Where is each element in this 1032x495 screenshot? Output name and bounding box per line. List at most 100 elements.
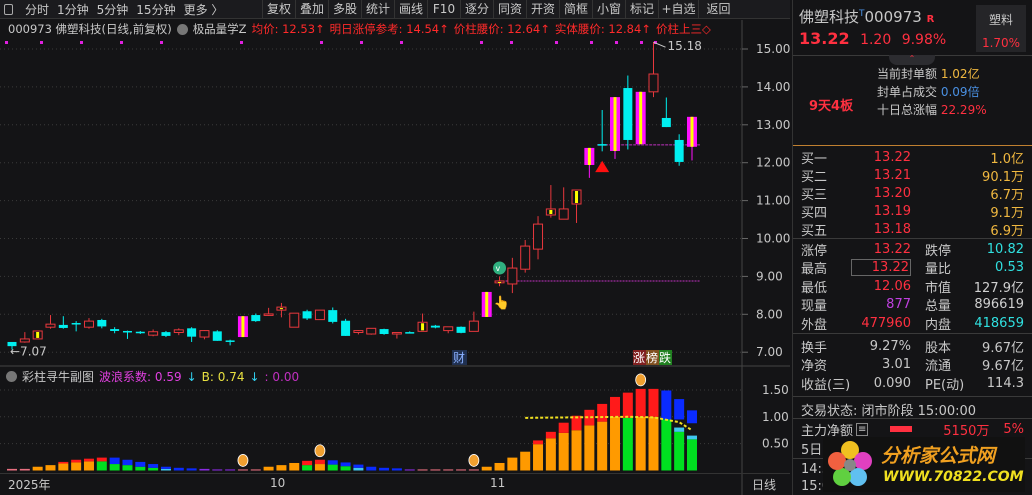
flower-logo-icon <box>828 441 872 486</box>
candle <box>494 276 505 287</box>
candle <box>122 330 132 339</box>
money-bag-icon <box>237 454 249 467</box>
sub-bar <box>353 464 364 471</box>
stat-value: 13.22 <box>873 241 911 257</box>
sub-bar <box>71 459 82 471</box>
candle-body <box>302 311 312 319</box>
stock-header: 佛塑科技T000973 R <box>799 6 934 27</box>
candle-body <box>225 340 235 342</box>
level-price: 13.21 <box>873 167 911 183</box>
candle-body <box>507 267 518 285</box>
candle <box>187 327 197 342</box>
price-tick-label: 14.00 <box>756 80 790 94</box>
sub-bar <box>417 469 428 471</box>
bar-segment <box>96 457 107 462</box>
stat-label: 股本 <box>925 340 952 356</box>
stats2-row: 收益(三) 0.090 PE(动) 114.3 <box>801 374 1024 393</box>
sub-bar <box>443 469 454 471</box>
stat-value: 3.01 <box>882 357 911 372</box>
bar-segment <box>148 467 159 471</box>
bar-segment <box>160 466 171 469</box>
candle <box>135 330 145 335</box>
bar-segment <box>456 469 467 471</box>
bar-segment <box>71 459 82 463</box>
price-row: 13.22 1.20 9.98% <box>799 29 946 48</box>
bar-segment <box>520 451 531 471</box>
candle-body <box>648 73 659 93</box>
seal-amount-label: 当前封单额 <box>877 67 938 81</box>
sub-bar <box>199 468 210 471</box>
main-net-pct: 5% <box>1003 421 1024 437</box>
stats-row: 涨停 13.22 跌停 10.82 <box>801 240 1024 259</box>
sub-dropdown-icon[interactable] <box>6 371 17 382</box>
bar-segment <box>289 462 300 471</box>
sub-bar <box>173 467 184 471</box>
sub-bar <box>661 390 672 471</box>
candle-body <box>623 88 633 140</box>
bar-segment <box>122 465 133 471</box>
level-label: 买一 <box>801 151 828 167</box>
level-price: 13.20 <box>873 185 911 201</box>
kline-chart[interactable]: 15.00 14.00 13.00 12.00 11.00 10.00 9.00 8.00 7.… <box>0 0 790 495</box>
sector-pct: 1.70% <box>981 36 1021 50</box>
bar-segment <box>199 468 210 471</box>
sub-bar <box>494 462 505 471</box>
candle <box>520 240 531 273</box>
sub-bar <box>96 457 107 471</box>
list-icon[interactable]: ≡ <box>856 422 869 436</box>
order-book-row[interactable]: 买三 13.20 6.7万 <box>801 184 1024 203</box>
order-book-row[interactable]: 买二 13.21 90.1万 <box>801 166 1024 185</box>
candle <box>237 316 248 338</box>
candle <box>468 311 479 332</box>
tag-cai: 财 <box>453 351 465 365</box>
candle-stripe <box>279 308 283 310</box>
sub-bar <box>468 469 479 471</box>
candle-stripe <box>485 291 489 317</box>
bar-segment <box>366 466 377 471</box>
stock-code: 000973 <box>864 8 922 26</box>
sub-bar <box>648 388 659 471</box>
bar-segment <box>507 457 518 471</box>
stat-label: 流通 <box>925 359 952 374</box>
collapse-icon[interactable]: ⌃ <box>889 55 935 65</box>
sub-bar <box>45 465 56 471</box>
price-tick-label: 7.00 <box>756 345 783 359</box>
sub-bar <box>507 457 518 471</box>
bar-segment <box>686 435 697 440</box>
level-label: 买五 <box>801 223 828 239</box>
sub-bar <box>340 462 351 471</box>
bar-segment <box>327 464 338 471</box>
stats2-row: 换手 9.27% 股本 9.67亿 <box>801 337 1024 356</box>
sub-bar <box>571 415 582 471</box>
x-label-year: 2025年 <box>8 478 51 492</box>
marker-dot <box>400 41 403 44</box>
candle <box>45 315 56 329</box>
bar-segment <box>302 465 313 471</box>
candle-body <box>520 245 531 270</box>
hand-pointer-icon: 👆 <box>494 295 510 311</box>
level-volume: 1.0亿 <box>990 151 1024 167</box>
order-book-row[interactable]: 买五 13.18 6.9万 <box>801 220 1024 239</box>
up-triangle-icon <box>595 160 610 173</box>
period-label[interactable]: 日线 <box>752 476 776 493</box>
sub-bar <box>122 459 133 471</box>
order-book-row[interactable]: 买四 13.19 9.1万 <box>801 202 1024 221</box>
trade-status: 交易状态: 闭市阶段 15:00:00 <box>801 404 977 419</box>
candle <box>571 189 582 223</box>
marker-dot <box>480 41 483 44</box>
tag-label: 跌 <box>659 350 671 365</box>
candle <box>379 328 389 335</box>
tag-label: 涨 <box>633 350 645 365</box>
bar-segment <box>173 467 184 471</box>
bar-segment <box>622 392 633 418</box>
candle <box>597 110 607 152</box>
sector-box[interactable]: 塑料 1.70% <box>976 5 1026 52</box>
candle-body <box>456 326 466 333</box>
order-book-row[interactable]: 买一 13.22 1.0亿 <box>801 148 1024 167</box>
candle-body <box>468 320 479 332</box>
marker-dot <box>555 41 558 44</box>
seal-amount: 1.02亿 <box>940 67 980 81</box>
marker-dot <box>360 41 363 44</box>
candle <box>481 291 492 317</box>
candle <box>674 134 684 166</box>
